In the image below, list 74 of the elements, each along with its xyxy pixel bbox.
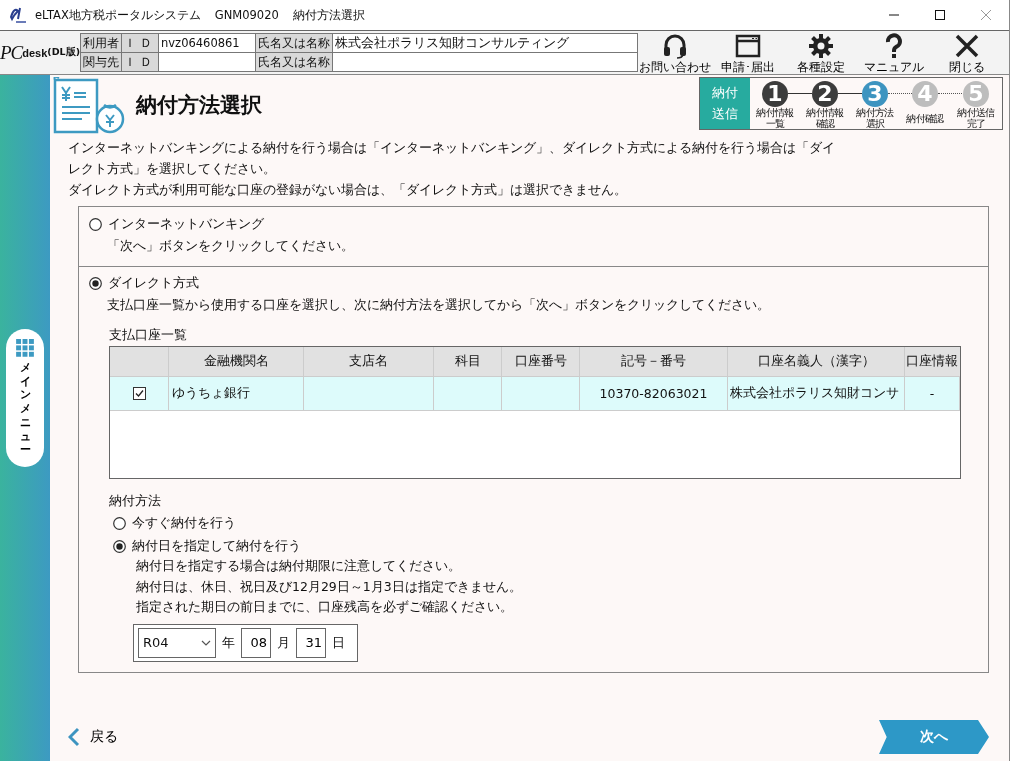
option-label[interactable]: 納付日を指定して納付を行う — [132, 537, 301, 555]
column-header: 金融機関名 — [168, 347, 304, 377]
section-label: 支払口座一覧 — [109, 327, 188, 344]
close-icon[interactable] — [981, 10, 991, 20]
unit-label: 日 — [332, 633, 345, 652]
main-menu-button[interactable]: メインメニュー — [6, 329, 44, 467]
step-label: 納付情報 一覧 — [756, 107, 794, 129]
screen-name: 納付方法選択 — [292, 7, 365, 23]
instruction-text: インターネットバンキングによる納付を行う場合は「インターネットバンキング」、ダイレクト方式による納付を行う場合は「ダイレクト方式」を選択してください。 — [68, 139, 836, 178]
toolbar-button[interactable]: マニュアル — [857, 31, 930, 74]
user-name: 株式会社ポラリス知財コンサルティング — [335, 34, 569, 50]
column-header: 記号－番号 — [579, 347, 728, 377]
column-header — [110, 347, 169, 377]
step-label: 納付方法 選択 — [856, 107, 894, 129]
window-icon — [734, 33, 761, 59]
user-id: nvz06460861 — [161, 36, 240, 50]
step-label: 納付情報 確認 — [806, 107, 844, 129]
checkbox[interactable] — [132, 387, 146, 400]
column-header: 口座名義人（漢字） — [727, 347, 905, 377]
table-row[interactable]: ゆうちょ銀行 10370-82063021 株式会社ポラリス知財コンサ - — [110, 376, 960, 411]
radio-button[interactable] — [89, 217, 102, 231]
option-note: 支払口座一覧から使用する口座を選択し、次に納付方法を選択してから「次へ」ボタンをクリックしてください。 — [107, 296, 771, 314]
chevron-left-icon — [68, 727, 80, 747]
notice-text: 納付日を指定する場合は納付期限に注意してください。 — [136, 557, 462, 575]
toolbar-button[interactable]: 閉じる — [930, 31, 1003, 74]
option-note: 「次へ」ボタンをクリックしてください。 — [107, 237, 355, 255]
step-number: 1 — [762, 81, 788, 107]
instruction-text: ダイレクト方式が利用可能な口座の登録がない場合は、「ダイレクト方式」は選択できません。 — [68, 181, 628, 199]
column-header: 口座情報 — [904, 347, 960, 377]
field-label: 利用者 — [80, 33, 122, 53]
chevron-down-icon — [201, 639, 211, 646]
radio-button[interactable] — [113, 539, 126, 553]
table-cell: - — [929, 386, 935, 401]
column-header: 口座番号 — [501, 347, 580, 377]
toolbar-button[interactable]: 申請･届出 — [711, 31, 784, 74]
step-number: 5 — [963, 81, 989, 107]
era-dropdown[interactable]: R04 — [138, 627, 216, 658]
day-field[interactable]: 31 — [296, 627, 326, 658]
screen-id: GNM09020 — [214, 8, 279, 22]
headset-icon — [661, 33, 688, 59]
unit-label: 月 — [277, 633, 290, 652]
table-cell: 10370-82063021 — [599, 386, 708, 401]
notice-text: 納付日は、休日、祝日及び12月29日～1月3日は指定できません。 — [136, 577, 523, 596]
step-number: 4 — [912, 81, 938, 107]
step-number: 3 — [862, 81, 888, 107]
page-title: 納付方法選択 — [136, 92, 262, 119]
step-number: 2 — [812, 81, 838, 107]
settings-icon — [807, 33, 834, 59]
step-label: 納付送信 完了 — [957, 107, 995, 129]
window-title: eLTAX地方税ポータルシステム — [35, 7, 201, 23]
option-label[interactable]: インターネットバンキング — [108, 215, 264, 233]
back-button[interactable]: 戻る — [68, 727, 118, 747]
grid-icon — [16, 339, 34, 357]
product-logo: PCdesk(DL版) — [0, 40, 80, 65]
step-label: 納付確認 — [906, 111, 944, 126]
column-header: 科目 — [433, 347, 502, 377]
toolbar-button[interactable]: お問い合わせ — [638, 31, 711, 74]
maximize-icon[interactable] — [935, 10, 945, 20]
month-field[interactable]: 08 — [241, 627, 271, 658]
field-label: ＩＤ — [121, 33, 159, 53]
step-group-label: 納付 送信 — [700, 78, 750, 129]
option-label[interactable]: 今すぐ納付を行う — [132, 514, 236, 532]
field-label: 氏名又は名称 — [255, 33, 333, 53]
option-label[interactable]: ダイレクト方式 — [108, 274, 199, 292]
toolbar-button[interactable]: 各種設定 — [784, 31, 857, 74]
section-label: 納付方法 — [109, 493, 162, 510]
radio-button[interactable] — [89, 276, 102, 290]
column-header: 支店名 — [303, 347, 434, 377]
close-icon — [953, 33, 980, 59]
notice-text: 指定された期日の前日までに、口座残高を必ずご確認ください。 — [136, 598, 514, 616]
table-cell: 株式会社ポラリス知財コンサ — [730, 385, 899, 400]
radio-button[interactable] — [113, 516, 126, 530]
unit-label: 年 — [222, 633, 235, 652]
table-cell-text: ゆうちょ銀行 — [171, 385, 250, 400]
